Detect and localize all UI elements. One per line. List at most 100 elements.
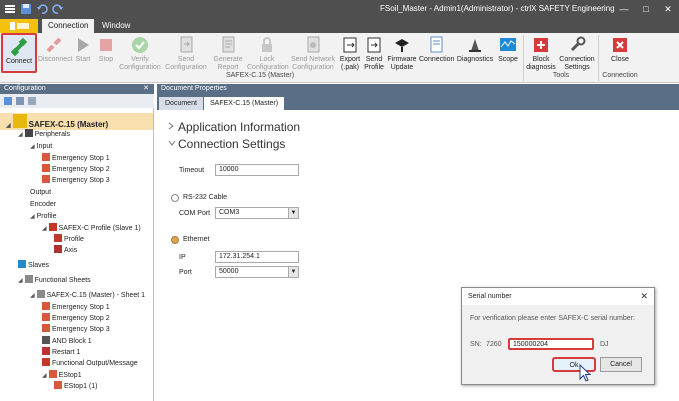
tree-expander-icon[interactable]: ◢ [30,144,35,150]
dialog-close-icon[interactable]: ✕ [640,291,648,302]
tree-node[interactable]: AND Block 1 [42,336,92,347]
tree-node[interactable]: Emergency Stop 3 [42,175,110,186]
document-tabs: Document SAFEX-C.15 (Master) [157,94,679,110]
application-information-heading[interactable]: Application Information [178,120,300,134]
serial-number-input[interactable]: 150000204 [508,338,594,350]
tree-node[interactable]: Restart 1 [42,347,80,358]
toolbar-search-icon[interactable] [28,97,36,105]
ethernet-radio[interactable] [171,236,179,244]
tree-node[interactable]: Emergency Stop 2 [42,313,110,324]
start-button[interactable]: Start [72,33,94,73]
tree-expander-icon[interactable]: ◢ [42,373,47,379]
tree-node-label: Profile [36,213,57,220]
verify-configuration-label: Verify Configuration [119,56,161,71]
rs232-radio[interactable] [171,194,179,202]
dialog-title: Serial number [462,288,654,305]
tree-node[interactable]: Emergency Stop 1 [42,153,110,164]
tree-node[interactable]: Axis [54,245,77,256]
com-port-select[interactable]: COM3 ▼ [215,207,299,219]
file-tab[interactable] [0,19,38,33]
tab-window[interactable]: Window [96,19,136,33]
tree-node[interactable]: Emergency Stop 3 [42,324,110,335]
ip-field[interactable]: 172.31.254.1 [215,251,299,263]
tree-expander-icon[interactable]: ◢ [6,123,11,129]
tab-document[interactable]: Document [159,97,203,110]
expand-app-info-icon[interactable] [168,122,174,130]
verify-configuration-button[interactable]: Verify Configuration [118,33,162,73]
firmware-update-button[interactable]: Firmware Update [386,33,418,73]
connection-settings-button[interactable]: Connection Settings [558,33,596,73]
com-port-value: COM3 [219,209,240,216]
send-profile-button[interactable]: Send Profile [362,33,386,73]
tree-node[interactable]: ◢ Input [30,141,52,152]
scope-button[interactable]: Scope [496,33,520,73]
connect-button[interactable]: Connect [1,33,37,73]
tree-node[interactable]: ◢ SAFEX-C Profile (Slave 1) [42,223,141,234]
port-select[interactable]: 50000 ▼ [215,266,299,278]
disconnect-button[interactable]: Disconnect [38,33,73,73]
close-connection-button[interactable]: Close [604,33,636,73]
tree-node[interactable]: ◢ Functional Sheets [18,275,91,286]
tree-node[interactable]: Encoder [30,199,56,210]
stop-button[interactable]: Stop [95,33,117,73]
estop-icon [54,381,62,389]
send-configuration-button[interactable]: Send Configuration [164,33,208,73]
tree-expander-icon[interactable]: ◢ [18,278,23,284]
tab-safex-master[interactable]: SAFEX-C.15 (Master) [204,97,285,110]
toolbar-list-icon[interactable] [16,97,24,105]
tree-node-label: Emergency Stop 1 [52,155,110,162]
tree-expander-icon[interactable]: ◢ [30,214,35,220]
file-menu-icon [10,22,29,30]
connection-settings-heading[interactable]: Connection Settings [178,137,285,151]
firmware-update-label: Firmware Update [387,56,417,71]
tree-node[interactable]: EStop1 (1) [54,381,97,392]
connection-doc-icon [430,36,443,53]
tree-node[interactable]: Emergency Stop 1 [42,302,110,313]
panel-close-icon[interactable]: ✕ [143,84,149,94]
toolbar-tree-icon[interactable] [4,97,12,105]
panel-title: Configuration [4,85,46,92]
tree-node[interactable]: Functional Output/Message [42,358,138,369]
tree-node[interactable]: ◢ EStop1 [42,370,82,381]
tree-node[interactable]: Emergency Stop 2 [42,164,110,175]
connect-label: Connect [5,58,33,65]
generate-report-label: Generate Report [213,56,243,71]
tree-node-label: Functional Output/Message [52,360,138,367]
tree-node[interactable]: Profile [54,234,84,245]
block-diagnosis-button[interactable]: Block diagnosis [524,33,558,73]
undo-icon[interactable] [36,3,48,15]
save-icon[interactable] [20,3,32,15]
profile-icon [48,223,57,231]
app-menu-icon[interactable] [4,3,16,15]
tree-node[interactable]: ◢ SAFEX-C.15 (Master) - Sheet 1 [30,290,145,301]
estop-group-icon [48,370,57,378]
tree-expander-icon[interactable]: ◢ [18,132,23,138]
tree-expander-icon[interactable]: ◢ [42,226,47,232]
group-label-connection: Connection [602,72,638,79]
play-icon [78,38,89,52]
cancel-button[interactable]: Cancel [600,357,642,372]
tree-node[interactable]: ◢ SAFEX-C.15 (Master) [6,114,108,129]
tree-node[interactable]: Output [30,187,51,198]
diagnostics-button[interactable]: Diagnostics [455,33,495,73]
timeout-field[interactable]: 10000 [215,164,299,176]
export-pak-button[interactable]: Export (.pak) [338,33,362,73]
tree-node[interactable]: ◢ Profile [30,211,56,222]
tree-expander-icon[interactable]: ◢ [30,293,35,299]
tree-node-label: Emergency Stop 2 [52,315,110,322]
send-profile-icon [367,37,381,53]
connection-button[interactable]: Connection [419,33,454,73]
axis-icon [54,245,62,253]
tree-node[interactable]: ◢ Peripherals [18,129,70,140]
redo-icon[interactable] [52,3,64,15]
collapse-conn-settings-icon[interactable] [168,139,176,146]
lock-configuration-button[interactable]: Lock Configuration [247,33,289,73]
close-icon[interactable]: ✕ [655,0,679,19]
send-network-configuration-button[interactable]: Send Network Configuration [288,33,338,73]
tree-node[interactable]: Slaves [18,260,49,271]
restart-icon [42,347,50,355]
tab-connection[interactable]: Connection [42,19,95,33]
generate-report-button[interactable]: Generate Report [208,33,248,73]
estop-icon [42,324,50,332]
export-icon [343,37,357,53]
